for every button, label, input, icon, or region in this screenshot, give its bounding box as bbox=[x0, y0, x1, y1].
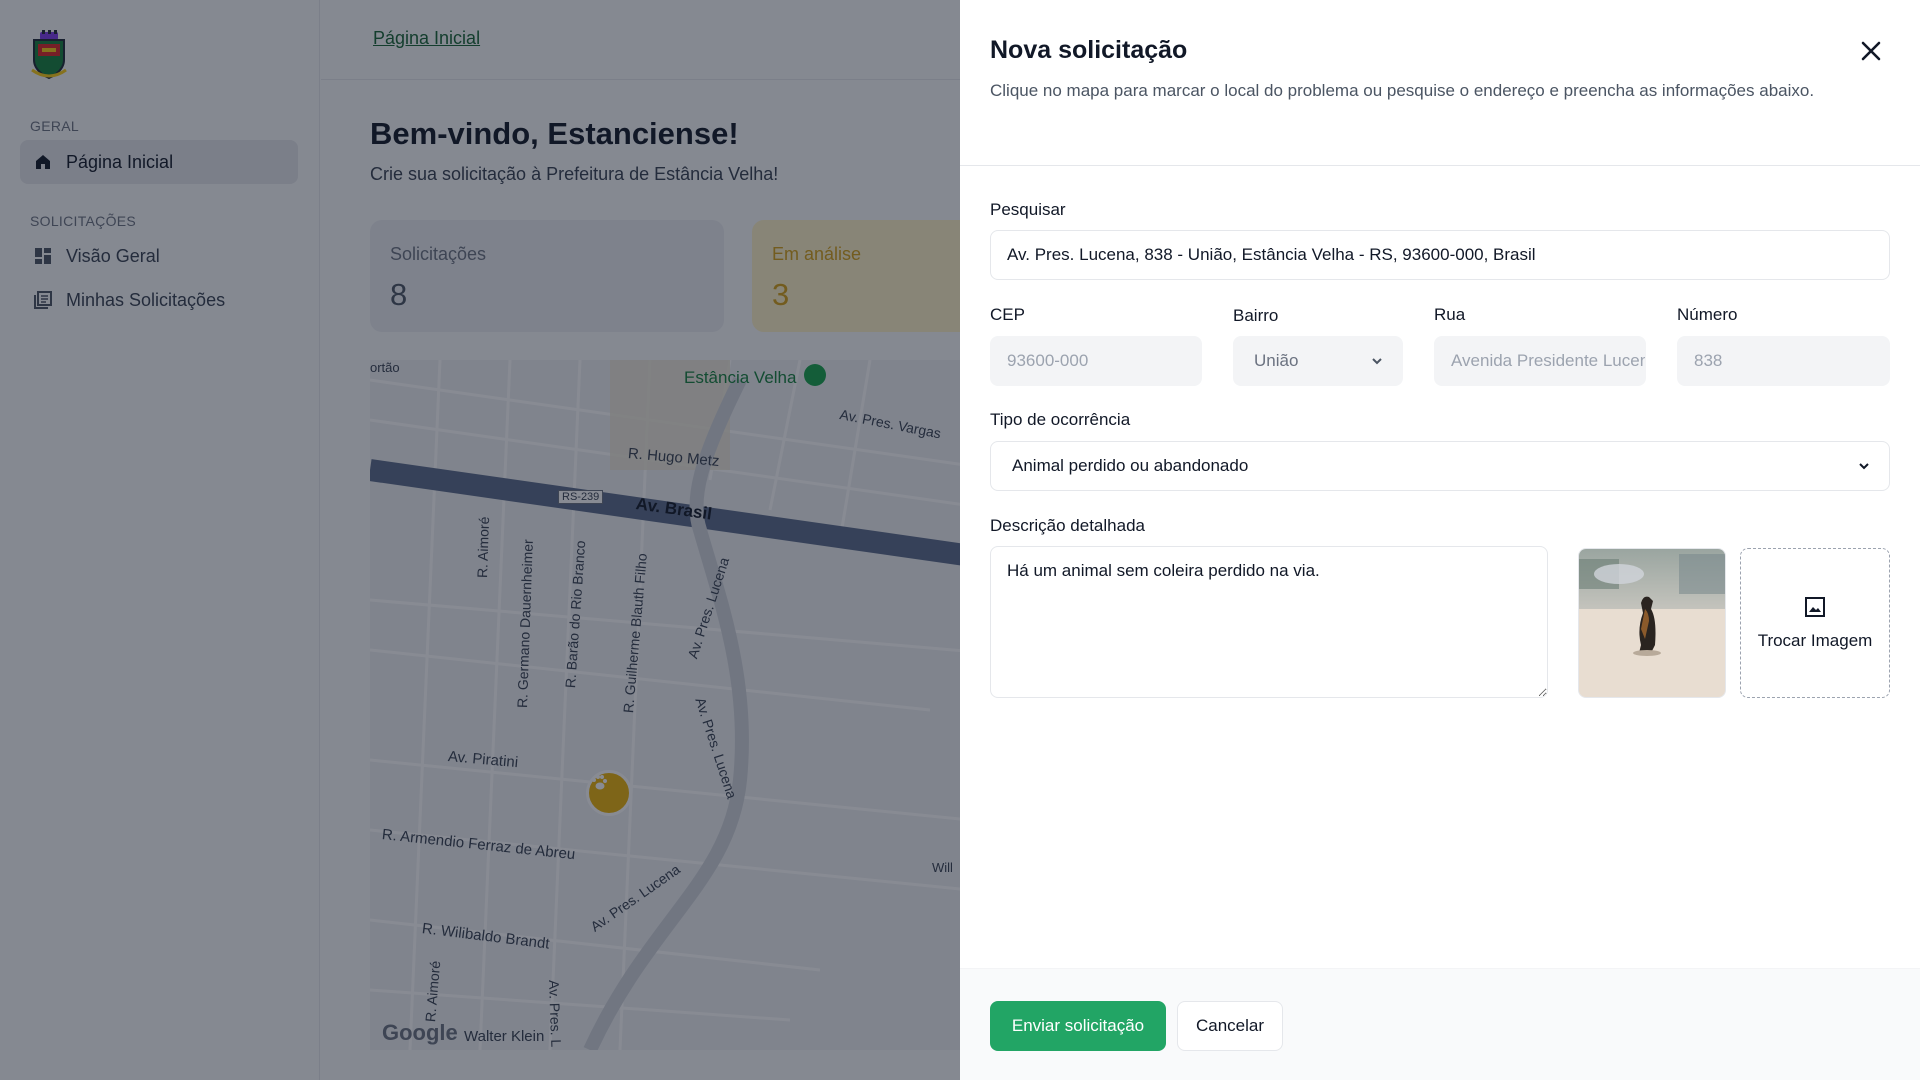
rua-label: Rua bbox=[1434, 305, 1466, 324]
chevron-down-icon bbox=[1859, 463, 1869, 470]
panel-header: Nova solicitação Clique no mapa para mar… bbox=[960, 0, 1920, 166]
swap-image-label: Trocar Imagem bbox=[1757, 631, 1873, 650]
image-icon bbox=[1805, 597, 1825, 617]
new-request-panel: Nova solicitação Clique no mapa para mar… bbox=[960, 0, 1920, 1080]
descricao-label: Descrição detalhada bbox=[990, 516, 1145, 535]
search-input[interactable]: Av. Pres. Lucena, 838 - União, Estância … bbox=[990, 230, 1890, 280]
chevron-down-icon bbox=[1372, 358, 1382, 365]
dog-photo bbox=[1579, 549, 1725, 697]
tipo-label: Tipo de ocorrência bbox=[990, 410, 1131, 429]
search-label: Pesquisar bbox=[990, 200, 1066, 219]
cancel-button[interactable]: Cancelar bbox=[1177, 1001, 1283, 1051]
cep-field[interactable]: 93600-000 bbox=[990, 336, 1202, 386]
descricao-textarea[interactable]: Há um animal sem coleira perdido na via. bbox=[990, 546, 1548, 698]
rua-field[interactable]: Avenida Presidente Lucena bbox=[1434, 336, 1646, 386]
cep-label: CEP bbox=[990, 305, 1025, 324]
bairro-label: Bairro bbox=[1233, 306, 1279, 325]
panel-description: Clique no mapa para marcar o local do pr… bbox=[990, 81, 1815, 100]
bairro-select[interactable]: União bbox=[1233, 336, 1403, 386]
uploaded-photo-thumbnail bbox=[1578, 548, 1726, 698]
submit-request-button[interactable]: Enviar solicitação bbox=[990, 1001, 1166, 1051]
close-icon bbox=[1861, 41, 1881, 61]
panel-footer: Enviar solicitação Cancelar bbox=[960, 968, 1920, 1080]
tipo-value: Animal perdido ou abandonado bbox=[1012, 456, 1249, 475]
close-button[interactable] bbox=[1856, 36, 1886, 66]
numero-label: Número bbox=[1677, 305, 1738, 324]
panel-title: Nova solicitação bbox=[990, 36, 1188, 64]
numero-field[interactable]: 838 bbox=[1677, 336, 1890, 386]
swap-image-button[interactable]: Trocar Imagem bbox=[1740, 548, 1890, 698]
bairro-value: União bbox=[1254, 351, 1299, 370]
tipo-ocorrencia-select[interactable]: Animal perdido ou abandonado bbox=[990, 441, 1890, 491]
